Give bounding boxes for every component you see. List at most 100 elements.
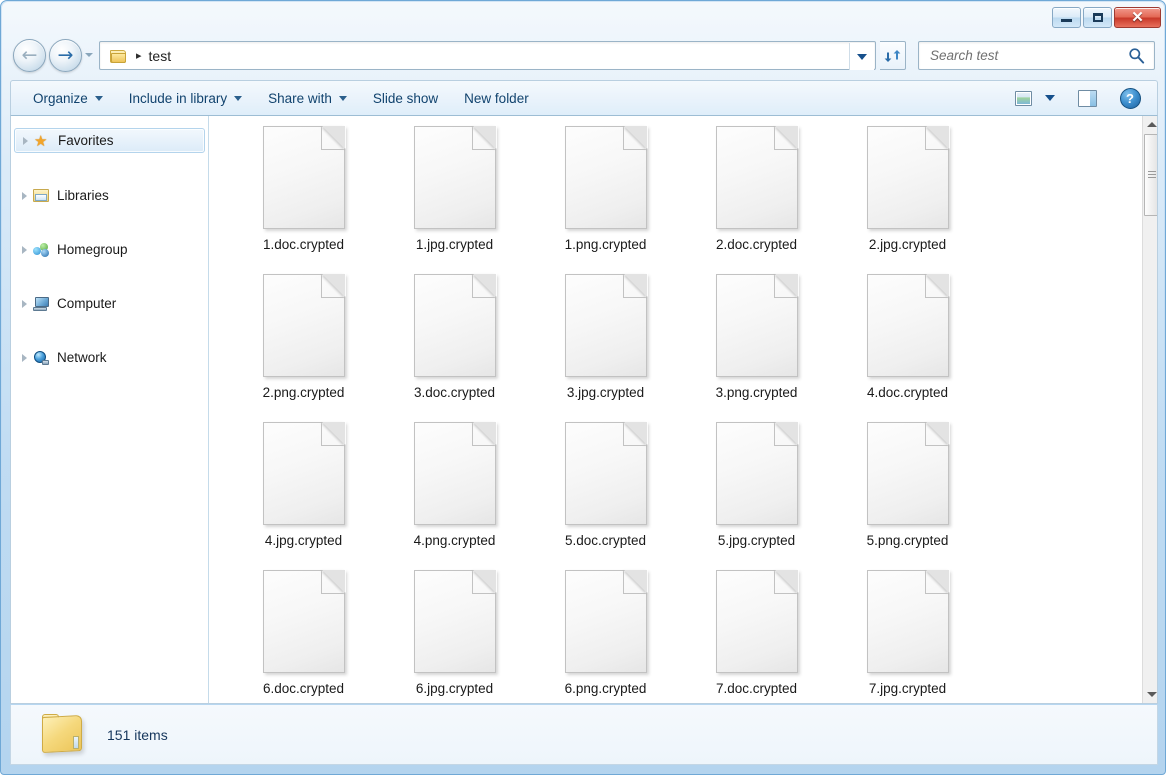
command-toolbar: Organize Include in library Share with S… <box>10 80 1158 116</box>
file-list-view[interactable]: 1.doc.crypted1.jpg.crypted1.png.crypted2… <box>210 116 1158 703</box>
toolbar-item-new-folder[interactable]: New folder <box>454 85 539 111</box>
toolbar-item-share-with[interactable]: Share with <box>258 85 357 111</box>
sidebar-item-computer[interactable]: Computer <box>14 291 205 316</box>
chevron-right-icon[interactable] <box>22 354 27 362</box>
chevron-right-icon[interactable] <box>22 300 27 308</box>
file-item[interactable]: 1.jpg.crypted <box>379 124 530 272</box>
file-item[interactable]: 6.doc.crypted <box>228 568 379 703</box>
search-box[interactable] <box>918 41 1155 70</box>
breadcrumb-separator-icon[interactable]: ▸ <box>136 49 142 62</box>
file-item[interactable]: 4.doc.crypted <box>832 272 983 420</box>
star-icon: ★ <box>34 133 51 149</box>
navigation-pane: ★ Favorites Libraries Homegroup <box>11 116 209 703</box>
file-name-label: 1.doc.crypted <box>263 237 344 252</box>
close-button[interactable]: ✕ <box>1114 7 1161 28</box>
network-icon <box>33 350 50 366</box>
help-icon: ? <box>1120 88 1141 109</box>
recent-locations-icon[interactable] <box>85 53 93 57</box>
address-bar[interactable]: ▸ test <box>99 41 876 70</box>
blank-file-icon <box>716 126 798 229</box>
chevron-right-icon[interactable] <box>22 246 27 254</box>
file-name-label: 3.png.crypted <box>716 385 798 400</box>
chevron-down-icon <box>339 96 347 101</box>
toolbar-item-label: Share with <box>268 91 332 106</box>
toolbar-item-organize[interactable]: Organize <box>23 85 113 111</box>
scroll-up-button[interactable] <box>1143 116 1158 133</box>
blank-file-icon <box>867 274 949 377</box>
file-name-label: 2.jpg.crypted <box>869 237 946 252</box>
file-item[interactable]: 5.doc.crypted <box>530 420 681 568</box>
chevron-down-icon <box>1045 95 1055 101</box>
blank-file-icon <box>263 126 345 229</box>
sidebar-item-homegroup[interactable]: Homegroup <box>14 237 205 262</box>
file-item[interactable]: 7.doc.crypted <box>681 568 832 703</box>
file-item[interactable]: 2.png.crypted <box>228 272 379 420</box>
file-item[interactable]: 5.png.crypted <box>832 420 983 568</box>
file-name-label: 3.jpg.crypted <box>567 385 644 400</box>
scrollbar-thumb[interactable] <box>1144 134 1158 216</box>
file-item[interactable]: 3.doc.crypted <box>379 272 530 420</box>
blank-file-icon <box>414 274 496 377</box>
status-bar: 151 items <box>10 705 1158 765</box>
preview-pane-button[interactable] <box>1072 85 1102 111</box>
maximize-button[interactable] <box>1083 7 1112 28</box>
homegroup-icon <box>33 242 50 258</box>
minimize-icon <box>1061 19 1072 22</box>
blank-file-icon <box>867 422 949 525</box>
item-count-label: 151 items <box>107 727 168 743</box>
breadcrumb-path[interactable]: test <box>149 48 172 64</box>
file-name-label: 4.jpg.crypted <box>265 533 342 548</box>
blank-file-icon <box>263 274 345 377</box>
file-name-label: 7.doc.crypted <box>716 681 797 696</box>
blank-file-icon <box>716 570 798 673</box>
file-grid: 1.doc.crypted1.jpg.crypted1.png.crypted2… <box>210 116 1122 703</box>
scrollbar-grip-icon <box>1148 171 1156 178</box>
file-name-label: 6.png.crypted <box>565 681 647 696</box>
back-button[interactable]: ← <box>13 39 46 72</box>
file-item[interactable]: 1.doc.crypted <box>228 124 379 272</box>
close-icon: ✕ <box>1131 10 1144 25</box>
blank-file-icon <box>414 422 496 525</box>
toolbar-item-label: Include in library <box>129 91 227 106</box>
search-input[interactable] <box>928 47 1118 64</box>
file-item[interactable]: 2.jpg.crypted <box>832 124 983 272</box>
sidebar-item-network[interactable]: Network <box>14 345 205 370</box>
file-item[interactable]: 6.jpg.crypted <box>379 568 530 703</box>
change-view-button[interactable] <box>1008 85 1038 111</box>
scroll-down-button[interactable] <box>1143 686 1158 703</box>
file-name-label: 6.jpg.crypted <box>416 681 493 696</box>
file-name-label: 4.png.crypted <box>414 533 496 548</box>
toolbar-item-include-in-library[interactable]: Include in library <box>119 85 252 111</box>
file-item[interactable]: 6.png.crypted <box>530 568 681 703</box>
minimize-button[interactable] <box>1052 7 1081 28</box>
forward-button[interactable]: → <box>49 39 82 72</box>
window-controls: ✕ <box>1052 7 1161 28</box>
toolbar-item-slide-show[interactable]: Slide show <box>363 85 448 111</box>
file-item[interactable]: 4.png.crypted <box>379 420 530 568</box>
sidebar-item-label: Favorites <box>58 133 114 148</box>
blank-file-icon <box>867 126 949 229</box>
file-item[interactable]: 3.png.crypted <box>681 272 832 420</box>
file-item[interactable]: 3.jpg.crypted <box>530 272 681 420</box>
file-item[interactable]: 4.jpg.crypted <box>228 420 379 568</box>
explorer-body: ★ Favorites Libraries Homegroup <box>10 116 1158 704</box>
change-view-dropdown-button[interactable] <box>1041 85 1059 111</box>
refresh-button[interactable] <box>880 41 906 70</box>
file-name-label: 6.doc.crypted <box>263 681 344 696</box>
file-name-label: 7.jpg.crypted <box>869 681 946 696</box>
preview-pane-icon <box>1078 90 1097 107</box>
file-item[interactable]: 2.doc.crypted <box>681 124 832 272</box>
vertical-scrollbar[interactable] <box>1142 116 1158 703</box>
library-icon <box>33 188 50 204</box>
blank-file-icon <box>263 570 345 673</box>
chevron-right-icon[interactable] <box>22 192 27 200</box>
file-item[interactable]: 7.jpg.crypted <box>832 568 983 703</box>
address-dropdown-button[interactable] <box>849 43 874 70</box>
help-button[interactable]: ? <box>1115 85 1145 111</box>
file-item[interactable]: 5.jpg.crypted <box>681 420 832 568</box>
blank-file-icon <box>414 570 496 673</box>
sidebar-item-libraries[interactable]: Libraries <box>14 183 205 208</box>
file-item[interactable]: 1.png.crypted <box>530 124 681 272</box>
sidebar-item-favorites[interactable]: ★ Favorites <box>14 128 205 153</box>
chevron-right-icon[interactable] <box>23 137 28 145</box>
